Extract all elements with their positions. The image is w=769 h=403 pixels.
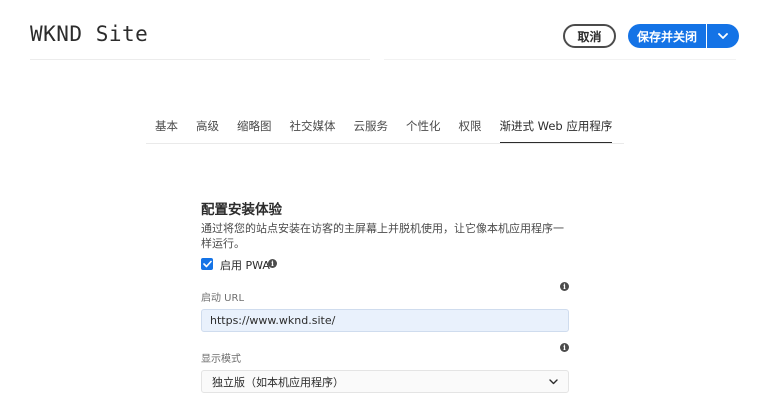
enable-pwa-label[interactable]: 启用 PWA	[220, 257, 270, 273]
tab-basic[interactable]: 基本	[146, 110, 187, 144]
section-description: 通过将您的站点安装在访客的主屏幕上并脱机使用，让它像本机应用程序一样运行。	[201, 222, 564, 250]
save-and-close-button[interactable]: 保存并关闭	[628, 24, 706, 48]
info-icon[interactable]: i	[268, 259, 277, 268]
chevron-down-icon	[718, 32, 728, 39]
tab-cloud-services[interactable]: 云服务	[345, 110, 398, 144]
tab-progressive-web-app[interactable]: 渐进式 Web 应用程序	[491, 110, 622, 144]
tab-thumbnail[interactable]: 缩略图	[228, 110, 281, 144]
save-options-dropdown-button[interactable]	[707, 24, 739, 48]
checkmark-icon	[202, 260, 212, 268]
display-mode-label: 显示模式	[201, 354, 241, 365]
info-icon[interactable]: i	[560, 343, 569, 352]
section-heading: 配置安装体验	[201, 202, 282, 218]
tab-bar: 基本 高级 缩略图 社交媒体 云服务 个性化 权限 渐进式 Web 应用程序	[146, 110, 621, 144]
cancel-button[interactable]: 取消	[563, 24, 616, 48]
tab-personalization[interactable]: 个性化	[397, 110, 450, 144]
tabs-divider	[146, 143, 624, 144]
title-divider	[30, 59, 370, 60]
tab-permissions[interactable]: 权限	[450, 110, 491, 144]
page-title: WKND Site	[30, 22, 149, 46]
info-icon[interactable]: i	[560, 282, 569, 291]
start-url-input[interactable]	[201, 309, 569, 332]
tab-social-media[interactable]: 社交媒体	[281, 110, 345, 144]
header-divider	[384, 59, 736, 60]
chevron-down-icon	[549, 378, 558, 384]
start-url-label: 启动 URL	[201, 293, 245, 304]
enable-pwa-checkbox[interactable]	[201, 258, 213, 270]
tab-advanced[interactable]: 高级	[187, 110, 228, 144]
display-mode-select[interactable]: 独立版（如本机应用程序）	[201, 370, 569, 393]
display-mode-value: 独立版（如本机应用程序）	[212, 375, 344, 389]
